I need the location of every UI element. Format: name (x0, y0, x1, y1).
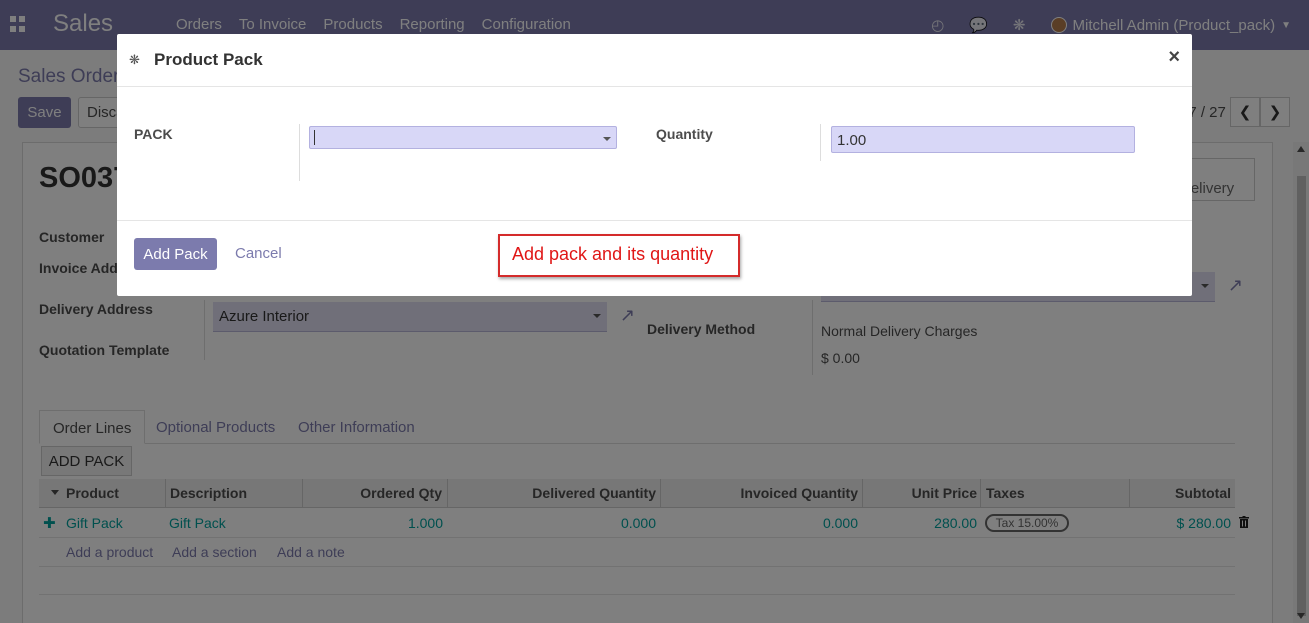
modal-title: Product Pack (154, 50, 263, 69)
product-pack-dialog: ❋ Product Pack × PACK Quantity 1.00 Add … (117, 34, 1192, 296)
text-cursor (314, 130, 315, 145)
modal-header: ❋ Product Pack × (117, 34, 1192, 87)
quantity-input[interactable]: 1.00 (831, 126, 1135, 153)
pack-label: PACK (134, 126, 173, 142)
close-icon[interactable]: × (1168, 46, 1180, 69)
bug-icon[interactable]: ❋ (129, 52, 140, 68)
quantity-label: Quantity (656, 126, 713, 142)
chevron-down-icon (603, 137, 611, 141)
pack-select[interactable] (309, 126, 617, 149)
annotation-callout: Add pack and its quantity (498, 234, 740, 277)
add-pack-confirm-button[interactable]: Add Pack (134, 238, 217, 270)
cancel-button[interactable]: Cancel (235, 245, 282, 262)
divider (820, 124, 821, 161)
divider (299, 124, 300, 181)
